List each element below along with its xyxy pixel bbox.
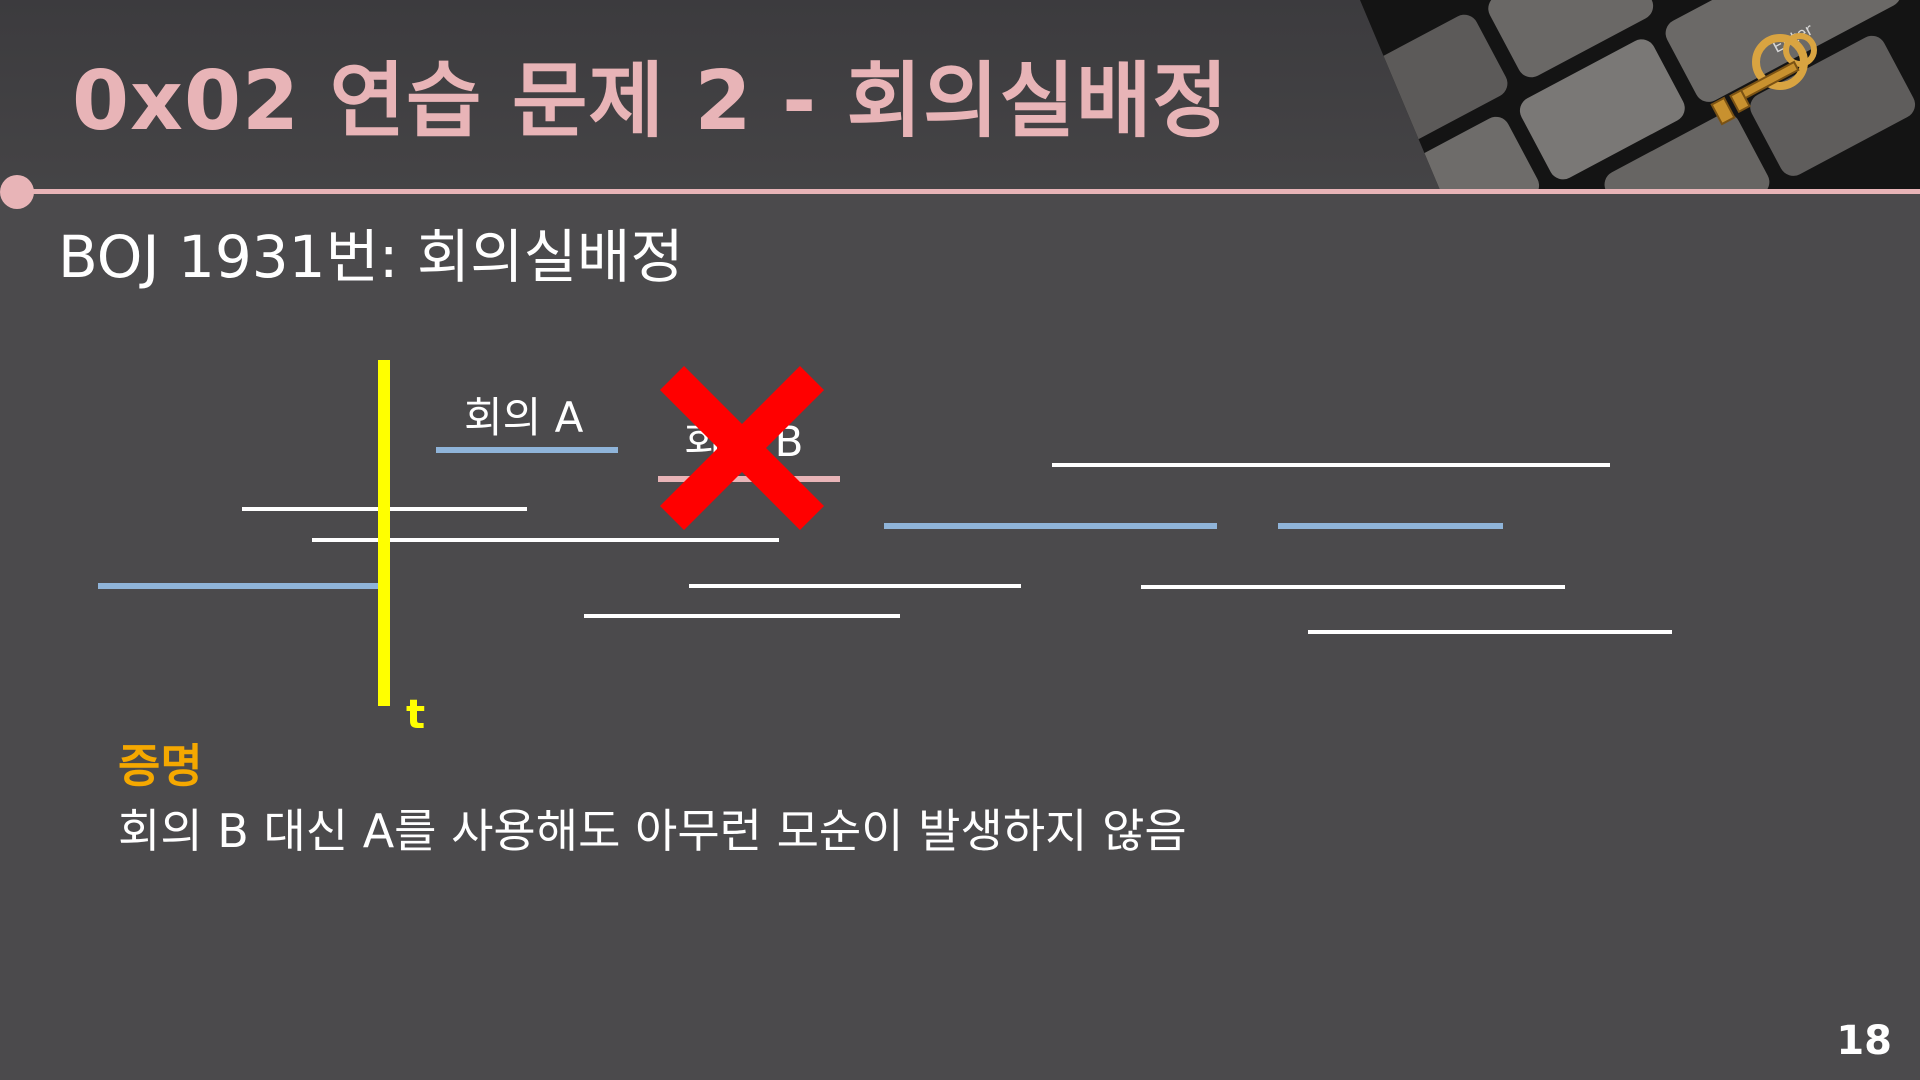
time-marker-label: t [406,692,425,738]
meeting-interval-diagram: 회의 A 회의 B t [98,360,1672,738]
proof-text: 회의 B 대신 A를 사용해도 아무런 모순이 발생하지 않음 [118,804,1187,858]
page-number: 18 [1836,1018,1892,1064]
proof-heading: 증명 [118,739,203,793]
meeting-a-label: 회의 A [464,393,584,442]
